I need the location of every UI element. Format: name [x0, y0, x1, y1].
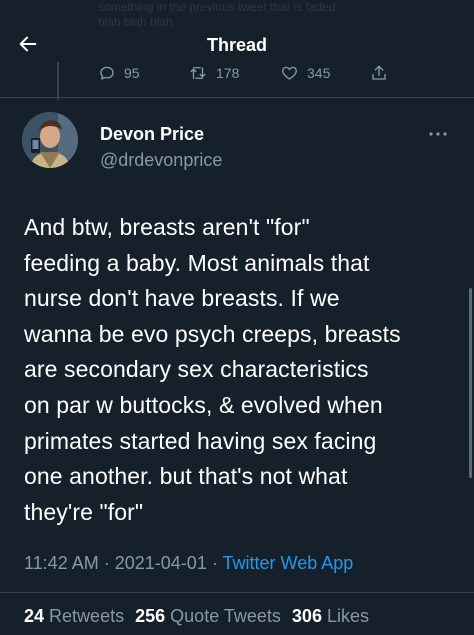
tweet-source-link[interactable]: Twitter Web App	[223, 553, 354, 573]
quote-tweets-label: Quote Tweets	[170, 606, 281, 626]
engagement-stats: 24 Retweets 256 Quote Tweets 306 Likes	[24, 606, 375, 627]
previous-tweet-actions: 95 178 345	[96, 64, 416, 86]
likes-stat[interactable]: 306 Likes	[292, 606, 369, 626]
tweet-metadata: 11:42 AM · 2021-04-01 · Twitter Web App	[24, 553, 353, 574]
tweet-text-line: wanna be evo psych creeps, breasts	[24, 320, 401, 347]
separator: ·	[211, 553, 218, 573]
tweet-text-line: are secondary sex characteristics	[24, 356, 369, 383]
more-options-button[interactable]	[426, 126, 450, 142]
quote-tweets-stat[interactable]: 256 Quote Tweets	[135, 606, 281, 626]
share-icon	[372, 65, 386, 80]
quote-tweets-count: 256	[135, 606, 166, 626]
author-handle[interactable]: @drdevonprice	[100, 150, 222, 171]
tweet-text-line: they're "for"	[24, 498, 144, 525]
reply-count: 95	[124, 65, 140, 81]
tweet-text-line: on par w buttocks, & evolved when	[24, 391, 383, 418]
previous-tweet-line: something in the previous tweet that is …	[98, 0, 336, 14]
reply-icon	[100, 66, 114, 80]
like-count: 345	[307, 65, 331, 81]
thread-connector-line	[57, 62, 59, 100]
heart-icon	[282, 66, 297, 80]
avatar-photo	[22, 112, 78, 168]
separator: ·	[103, 553, 110, 573]
divider	[0, 592, 474, 593]
tweet-text-line: primates started having sex facing	[24, 427, 377, 454]
more-icon	[429, 132, 447, 136]
author-name[interactable]: Devon Price	[100, 124, 204, 145]
likes-label: Likes	[326, 606, 370, 626]
likes-count: 306	[291, 606, 322, 626]
share-button[interactable]	[370, 64, 388, 82]
tweet-text-line: feeding a baby. Most animals that	[24, 249, 370, 276]
avatar[interactable]	[22, 112, 78, 168]
page-title: Thread	[206, 35, 267, 55]
retweet-count: 178	[216, 65, 240, 81]
reply-button[interactable]: 95	[98, 64, 140, 82]
tweet-time[interactable]: 11:42 AM	[24, 553, 99, 573]
tweet-date[interactable]: 2021-04-01	[115, 553, 207, 573]
retweets-count: 24	[24, 606, 45, 626]
tweet-text-line: one another. but that's not what	[24, 463, 348, 490]
top-bar: Thread	[0, 22, 474, 66]
retweets-stat[interactable]: 24 Retweets	[24, 606, 124, 626]
like-button[interactable]: 345	[280, 64, 330, 82]
divider	[0, 97, 474, 98]
tweet-text-line: And btw, breasts aren't "for"	[24, 214, 310, 240]
retweet-icon	[190, 67, 206, 79]
tweet-text-line: nurse don't have breasts. If we	[24, 285, 340, 312]
retweet-button[interactable]: 178	[188, 64, 239, 82]
scrollbar[interactable]	[469, 288, 472, 478]
tweet-text: And btw, breasts aren't "for" feeding a …	[24, 210, 464, 530]
retweets-label: Retweets	[49, 606, 125, 626]
